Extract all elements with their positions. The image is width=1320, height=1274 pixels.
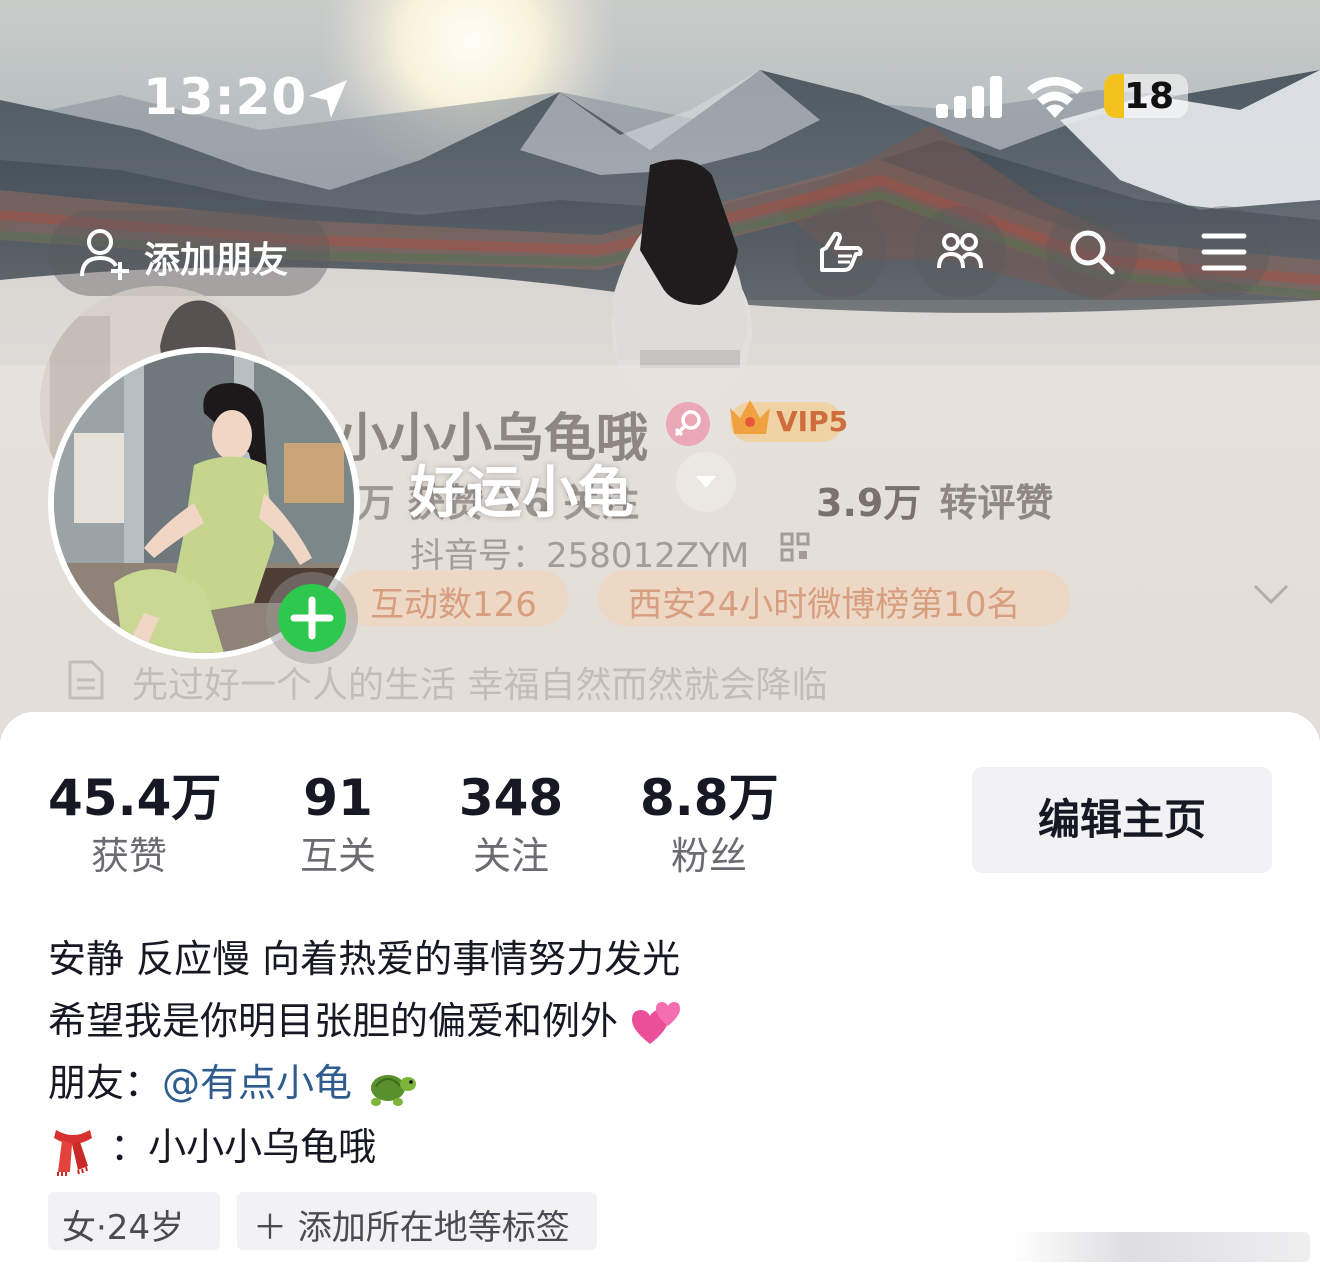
turtle-emoji [371, 1074, 417, 1106]
scarf-emoji [54, 1129, 92, 1176]
signal-icon [936, 76, 1002, 118]
hand-point-icon [820, 231, 863, 272]
repost-comment-like-stat: 3.9万 转评赞 [816, 472, 1053, 527]
repost-stat-value: 3.9万 [816, 481, 922, 525]
document-icon [68, 660, 104, 700]
edit-profile-button[interactable]: 编辑主页 [972, 767, 1272, 873]
stat-mutual-value: 91 [303, 769, 373, 827]
stat-likes[interactable]: 45.4万 获赞 [48, 769, 222, 886]
vip-label: VIP5 [776, 405, 849, 438]
stat-followers-value: 8.8万 [640, 769, 779, 827]
battery-icon: 18 [1104, 74, 1188, 118]
friends-button[interactable] [914, 206, 1006, 298]
chevron-down-icon[interactable] [1252, 582, 1290, 606]
female-symbol-icon [674, 410, 701, 437]
crown-icon [730, 400, 770, 434]
bio-line-2-text: 希望我是你明目张胆的偏爱和例外 [48, 999, 619, 1043]
bio-line-2: 希望我是你明目张胆的偏爱和例外 [48, 990, 682, 1048]
add-location-tag-chip[interactable]: ＋ 添加所在地等标签 [237, 1192, 597, 1250]
watermark-blur [1010, 1232, 1310, 1262]
stat-followers-label: 粉丝 [670, 834, 747, 878]
search-icon [1070, 230, 1115, 275]
battery-level-fill [1104, 74, 1124, 118]
signature-dimmed: 先过好一个人的生活 幸福自然而然就会降临 [132, 665, 828, 706]
bio-line-4-text: ：小小小乌龟哦 [110, 1125, 377, 1169]
gender-age-label: 女·24岁 [62, 1208, 185, 1248]
stat-likes-value: 45.4万 [48, 769, 222, 827]
profile-screen: 13:20 18 添加朋友 小小小乌龟哦 VIP5 6万 获赞 76 关注 3.… [0, 0, 1320, 1274]
add-avatar-circle [278, 584, 346, 652]
gender-age-chip[interactable]: 女·24岁 [48, 1192, 220, 1250]
friend-mention-link[interactable]: @有点小龟 [162, 1061, 352, 1105]
hand-point-button[interactable] [794, 206, 886, 298]
stat-mutual[interactable]: 91 互关 [290, 770, 386, 886]
repost-stat-label: 转评赞 [939, 481, 1054, 525]
heart-emoji [632, 1001, 681, 1044]
menu-button[interactable] [1178, 206, 1270, 298]
wifi-icon [1027, 77, 1083, 118]
stat-followers[interactable]: 8.8万 粉丝 [640, 769, 779, 886]
tag-weibo-rank[interactable]: 西安24小时微博榜第10名 [598, 570, 1070, 626]
tag-interactions[interactable]: 互动数126 [340, 570, 568, 626]
stat-following-value: 348 [458, 769, 564, 827]
account-nickname[interactable]: 好运小龟 [410, 448, 634, 529]
status-time: 13:20 [143, 68, 308, 126]
vip-badge[interactable]: VIP5 [730, 400, 848, 442]
bio-line-3: 朋友：@有点小龟 [48, 1052, 418, 1108]
search-button[interactable] [1046, 206, 1138, 298]
stat-following-label: 关注 [472, 834, 549, 878]
bio-line-1: 安静 反应慢 向着热爱的事情努力发光 [48, 937, 681, 981]
female-gender-icon [666, 402, 710, 446]
add-location-tag-label: ＋ 添加所在地等标签 [253, 1208, 570, 1248]
plus-icon [290, 596, 334, 640]
bio-friend-prefix: 朋友： [48, 1061, 163, 1105]
stat-mutual-label: 互关 [299, 834, 376, 878]
add-friend-label: 添加朋友 [144, 240, 289, 281]
bio-line-4: ：小小小乌龟哦 [48, 1116, 376, 1176]
add-friend-button[interactable]: 添加朋友 [48, 210, 330, 296]
add-avatar-button[interactable] [266, 572, 358, 664]
friends-icon [937, 233, 983, 269]
location-arrow-icon [309, 80, 347, 118]
battery-percent: 18 [1124, 76, 1175, 117]
stat-likes-label: 获赞 [90, 834, 167, 878]
tag-weibo-rank-label: 西安24小时微博榜第10名 [628, 585, 1021, 625]
tag-interactions-label: 互动数126 [370, 585, 537, 625]
menu-icon [1201, 233, 1247, 271]
add-user-icon [80, 229, 129, 280]
qr-code-icon[interactable] [780, 532, 810, 562]
stat-following[interactable]: 348 关注 [456, 770, 566, 886]
account-switch-dropdown[interactable] [676, 452, 736, 512]
caret-down-icon [696, 476, 716, 488]
